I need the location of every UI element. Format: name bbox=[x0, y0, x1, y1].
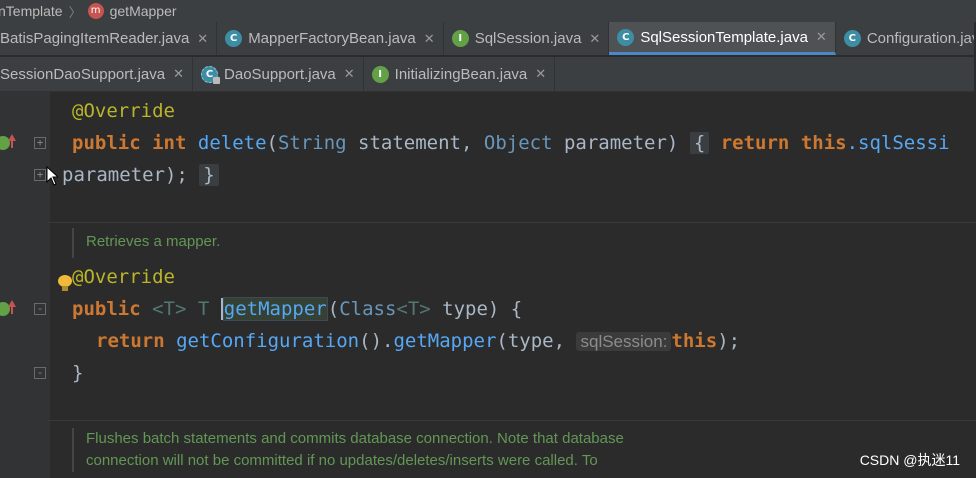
breadcrumb: nTemplate 〉 m getMapper bbox=[0, 0, 976, 22]
code-line: public int delete(String statement, Obje… bbox=[72, 132, 950, 154]
close-icon[interactable]: ✕ bbox=[197, 31, 208, 47]
method-separator bbox=[48, 420, 976, 421]
tab-label: SessionDaoSupport.java bbox=[0, 65, 166, 83]
tab-label: MapperFactoryBean.java bbox=[248, 30, 416, 47]
code-line: public <T> T getMapper(Class<T> type) { bbox=[72, 297, 523, 321]
interface-icon: I bbox=[451, 30, 469, 47]
tab-mapper-factory-bean[interactable]: C MapperFactoryBean.java ✕ bbox=[217, 22, 444, 55]
folded-block[interactable]: } bbox=[199, 164, 219, 186]
code-line: @Override bbox=[0, 96, 976, 126]
tab-sql-session-template[interactable]: C SqlSessionTemplate.java ✕ bbox=[609, 22, 836, 55]
annotation: @Override bbox=[72, 266, 175, 288]
code-line: } bbox=[72, 362, 84, 384]
class-icon: C bbox=[617, 28, 635, 46]
tab-configuration[interactable]: C Configuration.java bbox=[836, 22, 974, 55]
tab-label: BatisPagingItemReader.java bbox=[0, 30, 190, 47]
code-line: return getConfiguration().getMapper(type… bbox=[96, 330, 741, 352]
method-separator bbox=[48, 222, 976, 223]
selected-identifier[interactable]: getMapper bbox=[222, 297, 328, 321]
tab-dao-support[interactable]: C DaoSupport.java ✕ bbox=[193, 57, 364, 91]
annotation: @Override bbox=[72, 100, 175, 122]
javadoc-comment: Flushes batch statements and commits dat… bbox=[72, 428, 792, 472]
breadcrumb-separator-icon: 〉 bbox=[68, 4, 82, 20]
tab-sql-session[interactable]: I SqlSession.java ✕ bbox=[444, 22, 610, 55]
close-icon[interactable]: ✕ bbox=[424, 31, 435, 47]
close-icon[interactable]: ✕ bbox=[535, 66, 546, 82]
class-icon: C bbox=[843, 30, 861, 47]
tab-label: SqlSession.java bbox=[474, 30, 582, 47]
close-icon[interactable]: ✕ bbox=[816, 29, 827, 45]
parameter-hint: sqlSession: bbox=[576, 332, 672, 351]
breadcrumb-class[interactable]: nTemplate bbox=[0, 3, 63, 19]
tab-label: Configuration.java bbox=[866, 30, 974, 47]
folded-block[interactable]: { bbox=[689, 132, 710, 154]
class-icon: C bbox=[225, 30, 243, 47]
close-icon[interactable]: ✕ bbox=[589, 31, 600, 47]
close-icon[interactable]: ✕ bbox=[173, 66, 184, 82]
code-line: @Override bbox=[0, 262, 976, 292]
abstract-class-icon: C bbox=[201, 65, 221, 84]
tab-session-dao-support[interactable]: SessionDaoSupport.java ✕ bbox=[0, 57, 194, 91]
tab-label: DaoSupport.java bbox=[224, 65, 336, 83]
tab-initializing-bean[interactable]: I InitializingBean.java ✕ bbox=[364, 57, 556, 91]
tab-label: SqlSessionTemplate.java bbox=[640, 28, 808, 46]
javadoc-comment: Retrieves a mapper. bbox=[72, 228, 220, 258]
tab-batis-paging-item-reader[interactable]: BatisPagingItemReader.java ✕ bbox=[0, 22, 218, 55]
watermark: CSDN @执迷11 bbox=[859, 452, 960, 468]
close-icon[interactable]: ✕ bbox=[344, 66, 355, 82]
code-editor[interactable]: + + @Override public int delete(String s… bbox=[0, 92, 976, 478]
interface-icon: I bbox=[371, 65, 389, 83]
tab-label: InitializingBean.java bbox=[394, 65, 528, 83]
editor-tab-row-1: BatisPagingItemReader.java ✕ C MapperFac… bbox=[0, 22, 974, 56]
method-icon: m bbox=[87, 3, 104, 19]
editor-tab-row-2: SessionDaoSupport.java ✕ C DaoSupport.ja… bbox=[0, 57, 974, 92]
breadcrumb-method[interactable]: getMapper bbox=[110, 3, 177, 19]
code-line: parameter); } bbox=[0, 160, 976, 190]
